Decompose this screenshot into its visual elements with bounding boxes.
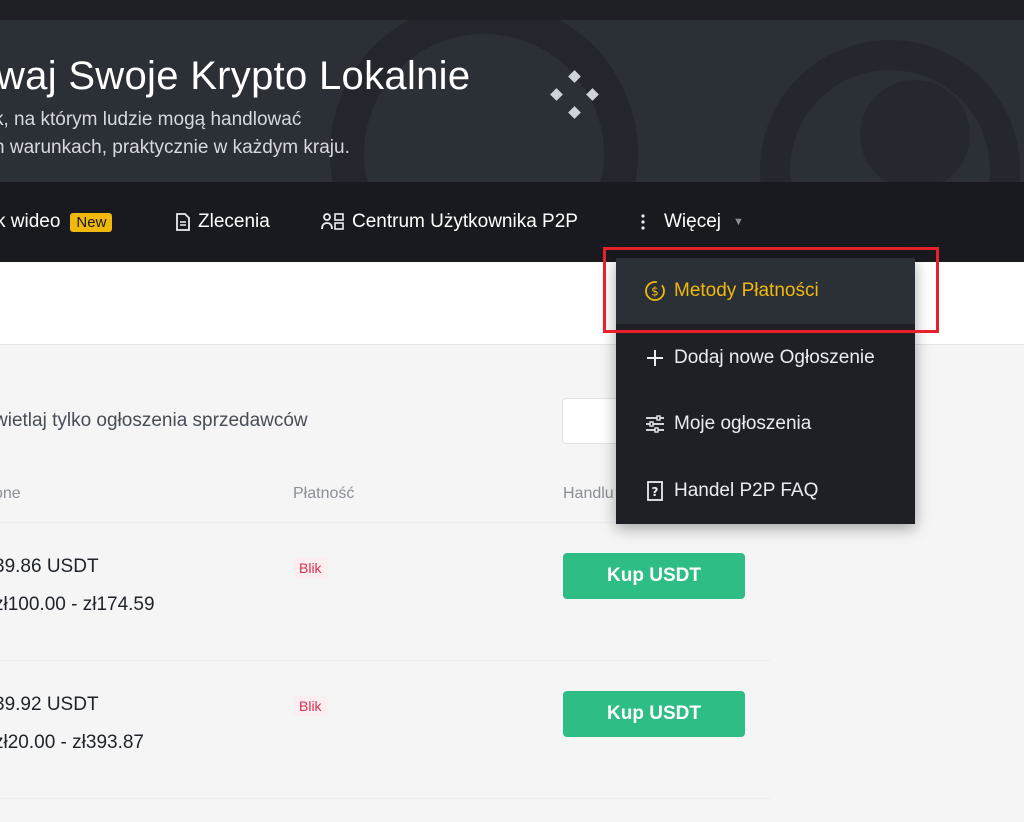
- row-limit: zł20.00 - zł393.87: [0, 732, 144, 753]
- buy-usdt-button[interactable]: Kup USDT: [563, 691, 745, 737]
- svg-text:?: ?: [652, 485, 659, 499]
- hero-subtitle-line: k, na którym ludzie mogą handlować: [0, 109, 302, 130]
- document-icon: [174, 212, 192, 232]
- plus-icon: [644, 347, 666, 369]
- menu-item-label: Handel P2P FAQ: [674, 480, 819, 501]
- sliders-icon: [644, 413, 666, 435]
- row-available-amount: 39.86 USDT: [0, 556, 99, 577]
- menu-item-label: Moje ogłoszenia: [674, 413, 812, 434]
- nav-user-center-label: Centrum Użytkownika P2P: [352, 211, 578, 232]
- hero-title: waj Swoje Krypto Lokalnie: [0, 54, 471, 98]
- top-bar: [0, 0, 1024, 20]
- hero-subtitle-line: h warunkach, praktycznie w każdym kraju.: [0, 137, 350, 158]
- menu-item-label: Dodaj nowe Ogłoszenie: [674, 347, 875, 368]
- menu-item-faq[interactable]: ? Handel P2P FAQ: [616, 458, 915, 524]
- user-center-icon: [320, 212, 346, 232]
- payment-method-badge: Blik: [293, 558, 328, 578]
- column-header-price: one: [0, 485, 21, 502]
- hero-banner: waj Swoje Krypto Lokalnie k, na którym l…: [0, 20, 1024, 182]
- caret-down-icon: ▼: [733, 216, 744, 228]
- nav-video-label: k wideo: [0, 211, 61, 232]
- row-available-amount: 39.92 USDT: [0, 694, 99, 715]
- nav-more-label: Więcej: [664, 211, 722, 232]
- nav-user-center[interactable]: Centrum Użytkownika P2P: [320, 182, 578, 262]
- nav-orders[interactable]: Zlecenia: [174, 182, 270, 262]
- row-limit: zł100.00 - zł174.59: [0, 594, 155, 615]
- more-vertical-icon: [634, 212, 652, 232]
- nav-orders-label: Zlecenia: [198, 211, 270, 232]
- menu-item-add-ad[interactable]: Dodaj nowe Ogłoszenie: [616, 325, 915, 391]
- hero-subtitle: k, na którym ludzie mogą handlować h war…: [0, 106, 350, 162]
- buy-usdt-button[interactable]: Kup USDT: [563, 553, 745, 599]
- sparkle-icon: [550, 70, 599, 119]
- payment-method-badge: Blik: [293, 696, 328, 716]
- hero-decoration: [860, 80, 970, 182]
- row-divider: [0, 798, 770, 799]
- highlight-box: [603, 247, 939, 333]
- filter-input[interactable]: [562, 398, 624, 444]
- menu-item-my-ads[interactable]: Moje ogłoszenia: [616, 391, 915, 457]
- new-badge: New: [70, 212, 113, 232]
- faq-icon: ?: [644, 480, 666, 502]
- column-header-payment: Płatność: [293, 485, 355, 502]
- seller-filter-label[interactable]: wietlaj tylko ogłoszenia sprzedawców: [0, 410, 308, 432]
- column-header-trade: Handlu: [563, 485, 614, 502]
- row-divider: [0, 660, 770, 661]
- nav-video-tutorial[interactable]: k wideo New: [0, 182, 113, 262]
